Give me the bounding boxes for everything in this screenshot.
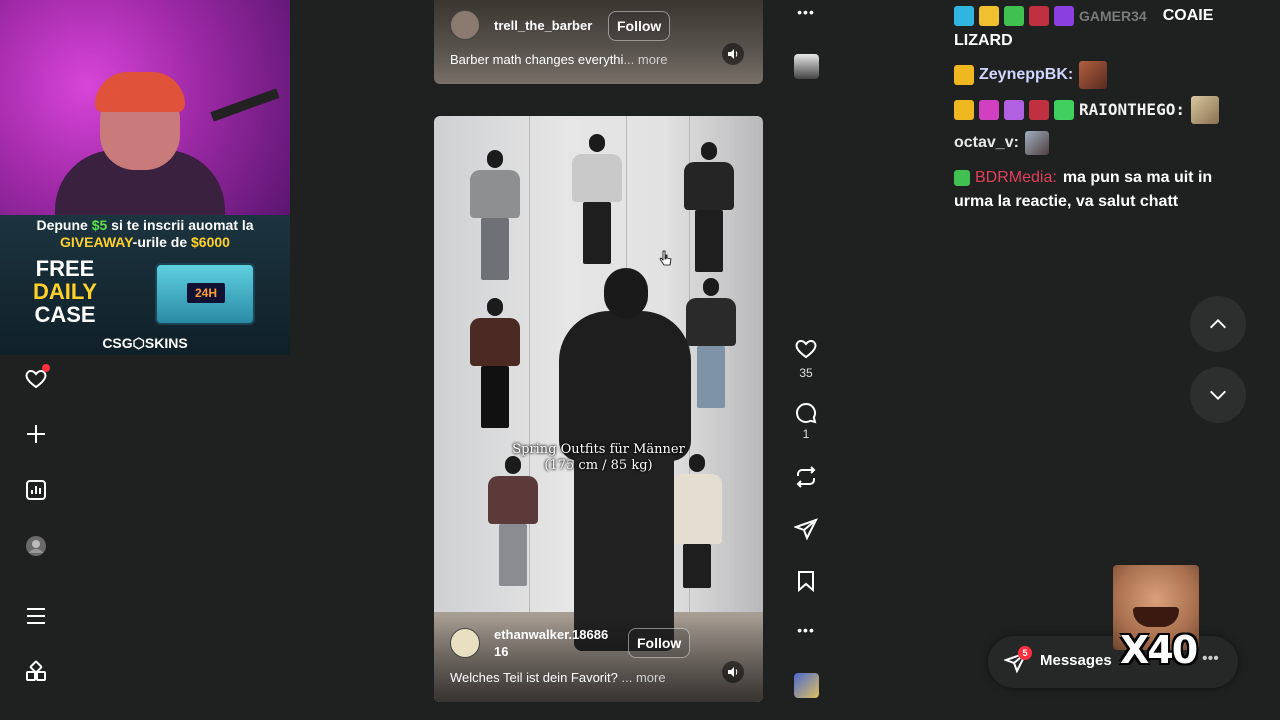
author-username[interactable]: ethanwalker.18686 16 xyxy=(494,626,608,660)
gift-badge-icon xyxy=(954,170,970,186)
badge-icon xyxy=(979,100,999,120)
post-description[interactable]: Welches Teil ist dein Favorit? ... more xyxy=(450,670,666,685)
crown-badge-icon xyxy=(954,100,974,120)
microphone-arm xyxy=(210,88,280,122)
chat-username[interactable]: octav_v: xyxy=(954,131,1019,155)
emote-image xyxy=(1024,131,1049,155)
gift-badge-icon xyxy=(1004,100,1024,120)
save-button[interactable] xyxy=(792,569,820,593)
chat-username[interactable]: GAMER34 xyxy=(1079,4,1147,28)
follow-button[interactable]: Follow xyxy=(608,11,671,41)
vip-badge-icon xyxy=(1054,6,1074,26)
promo-line1: Depune $5 si te inscrii auomat la xyxy=(36,217,254,233)
author-avatar[interactable] xyxy=(450,628,480,658)
more-link[interactable]: ... more xyxy=(622,670,666,685)
follow-button[interactable]: Follow xyxy=(628,628,691,658)
more-link[interactable]: ... more xyxy=(623,52,667,67)
chat-text: COAIE xyxy=(1162,7,1214,24)
post-description[interactable]: Barber math changes everythi... more xyxy=(450,52,668,67)
audio-avatar-bottom[interactable] xyxy=(794,673,819,698)
badge-icon xyxy=(954,6,974,26)
menu-hamburger-icon[interactable] xyxy=(22,602,50,630)
next-reel-button[interactable] xyxy=(1190,367,1246,423)
audio-avatar-top[interactable] xyxy=(794,54,819,79)
outfit-brown-leather xyxy=(470,298,520,428)
model-body xyxy=(559,311,691,461)
chat-message: RAIONTHEGO: xyxy=(954,96,1219,124)
reel-post-current[interactable]: Spring Outfits für Männer (175 cm / 85 k… xyxy=(434,116,763,702)
send-icon xyxy=(794,518,818,541)
chat-message: ZeyneppBK: xyxy=(954,61,1108,89)
repost-button[interactable] xyxy=(792,465,820,489)
sponsor-brand: CSG⬡SKINS xyxy=(102,335,188,351)
chat-message: BDRMedia: ma pun sa ma uit in xyxy=(954,166,1212,190)
free-daily-case-text: FREE DAILY CASE xyxy=(33,256,97,327)
previous-reel-button[interactable] xyxy=(1190,296,1246,352)
sponsor-banner: Depune $5 si te inscrii auomat la GIVEAW… xyxy=(0,215,290,355)
bookmark-icon xyxy=(798,571,814,593)
like-count: 35 xyxy=(799,366,813,380)
author-username[interactable]: trell_the_barber xyxy=(494,17,592,34)
mute-speaker-icon[interactable] xyxy=(722,43,744,65)
reel-post-previous[interactable]: trell_the_barber Follow Barber math chan… xyxy=(434,0,763,84)
promo-line2: GIVEAWAY-urile de $6000 xyxy=(60,234,230,250)
outfit-trench-coat xyxy=(672,454,722,588)
outfit-black-jacket xyxy=(684,142,734,272)
chat-text: LIZARD xyxy=(954,32,1013,49)
outfit-white-jacket xyxy=(572,134,622,264)
video-caption: Spring Outfits für Männer (175 cm / 85 k… xyxy=(512,442,685,473)
outfit-burgundy-jacket xyxy=(488,456,538,586)
chat-username[interactable]: BDRMedia: xyxy=(975,166,1057,190)
profile-avatar-icon[interactable] xyxy=(22,532,50,560)
mute-speaker-icon[interactable] xyxy=(722,661,744,683)
messages-badge: 5 xyxy=(1018,646,1032,660)
chevron-down-icon xyxy=(1210,390,1226,400)
crown-badge-icon xyxy=(954,65,974,85)
7tv-badge-icon xyxy=(1029,100,1049,120)
chat-message: octav_v: xyxy=(954,131,1049,155)
post-author[interactable]: trell_the_barber xyxy=(450,10,592,40)
heart-icon xyxy=(795,339,817,359)
kick-badge-icon xyxy=(1054,100,1074,120)
chat-message-cont: LIZARD xyxy=(954,29,1013,53)
chat-text: ma pun sa ma uit in xyxy=(1062,169,1213,186)
7tv-badge-icon xyxy=(1029,6,1049,26)
comment-count: 1 xyxy=(802,427,810,441)
repost-icon xyxy=(796,466,816,488)
notifications-heart-icon[interactable] xyxy=(22,364,50,392)
emote-combo-counter: X40 xyxy=(1120,628,1198,672)
streamer-cap xyxy=(95,72,185,112)
emote-image xyxy=(1190,96,1219,124)
more-options-button[interactable]: ••• xyxy=(792,622,820,638)
messages-label: Messages xyxy=(1040,652,1112,669)
create-plus-icon[interactable] xyxy=(22,420,50,448)
like-button[interactable]: 35 xyxy=(792,336,820,380)
post-author[interactable]: ethanwalker.18686 16 xyxy=(450,626,608,660)
chat-text: urma la reactie, va salut chatt xyxy=(954,193,1179,210)
apps-grid-icon[interactable] xyxy=(22,658,50,686)
chat-username[interactable]: ZeyneppBK: xyxy=(979,63,1073,87)
author-avatar[interactable] xyxy=(450,10,480,40)
chat-message-cont: urma la reactie, va salut chatt xyxy=(954,190,1178,214)
chat-message: GAMER34 COAIE xyxy=(954,4,1213,28)
notification-dot xyxy=(42,364,50,372)
outfit-grey-jacket xyxy=(470,150,520,280)
chat-username[interactable]: RAIONTHEGO: xyxy=(1079,98,1185,122)
hand-cursor-icon xyxy=(659,250,672,266)
model-head xyxy=(604,268,648,318)
chevron-up-icon xyxy=(1210,319,1226,329)
insights-chart-icon[interactable] xyxy=(22,476,50,504)
emote-image xyxy=(1079,61,1108,89)
messages-more-icon[interactable]: ••• xyxy=(1202,650,1219,668)
badge-icon xyxy=(979,6,999,26)
outfit-black-shirt-jeans xyxy=(686,278,736,408)
comment-button[interactable]: 1 xyxy=(792,401,820,441)
case-graphic: 24H xyxy=(155,263,255,325)
more-options-top[interactable]: ••• xyxy=(792,4,820,20)
streamer-webcam xyxy=(0,0,290,215)
comment-icon xyxy=(796,402,817,424)
gift-badge-icon xyxy=(1004,6,1024,26)
share-button[interactable] xyxy=(792,517,820,541)
